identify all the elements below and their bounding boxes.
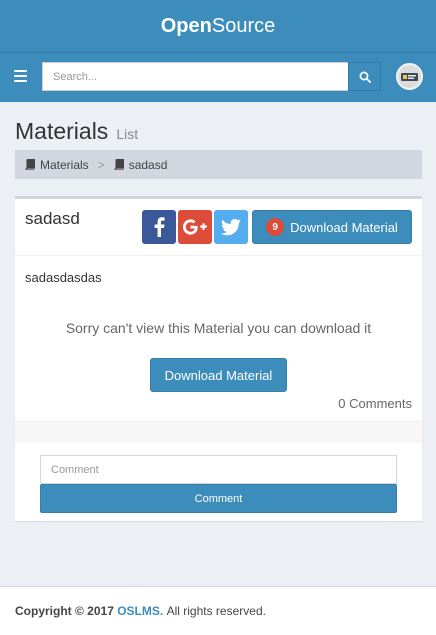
facebook-share-button[interactable] xyxy=(142,210,176,244)
comment-submit-button[interactable]: Comment xyxy=(40,484,397,513)
book-icon xyxy=(25,159,35,170)
download-button-label: Download Material xyxy=(290,219,398,235)
user-avatar[interactable] xyxy=(396,63,423,90)
site-link[interactable]: OSLMS. xyxy=(117,604,163,618)
page-footer: Copyright © 2017 OSLMS. All rights reser… xyxy=(0,586,436,635)
page-header: Materials List xyxy=(15,118,138,145)
top-header: OpenSource xyxy=(0,0,436,53)
download-count-badge: 9 xyxy=(266,218,285,236)
copyright-text: Copyright © 2017 xyxy=(15,604,114,618)
search-button[interactable] xyxy=(348,62,381,91)
twitter-icon xyxy=(221,218,241,235)
comment-input[interactable] xyxy=(40,455,397,484)
book-icon xyxy=(114,159,124,170)
twitter-share-button[interactable] xyxy=(214,210,248,244)
rights-text: All rights reserved. xyxy=(166,604,266,618)
breadcrumb-item-materials[interactable]: Materials xyxy=(25,158,89,172)
material-box: sadasd 9 Download Material sadasdasdas S… xyxy=(15,196,422,521)
navbar xyxy=(0,53,436,102)
breadcrumb: Materials > sadasd xyxy=(15,150,422,179)
breadcrumb-label: sadasd xyxy=(128,157,168,172)
page-title: Materials xyxy=(15,118,109,144)
breadcrumb-label: Materials xyxy=(40,157,89,172)
search-icon xyxy=(359,71,371,83)
download-material-button[interactable]: Download Material xyxy=(150,358,287,392)
brand-logo[interactable]: OpenSource xyxy=(161,15,276,38)
box-divider xyxy=(15,255,422,256)
comments-count[interactable]: 0 Comments xyxy=(338,396,412,411)
box-footer xyxy=(15,421,422,443)
google-plus-icon xyxy=(183,219,207,235)
page-subtitle: List xyxy=(116,126,139,142)
material-description: sadasdasdas xyxy=(25,270,102,285)
view-restricted-notice: Sorry can't view this Material you can d… xyxy=(65,320,372,336)
brand-rest: Source xyxy=(211,14,276,37)
breadcrumb-item-current: sadasd xyxy=(114,157,168,172)
download-material-button-top[interactable]: 9 Download Material xyxy=(252,210,412,244)
hamburger-icon[interactable] xyxy=(14,70,27,82)
google-plus-share-button[interactable] xyxy=(178,210,212,244)
search-input[interactable] xyxy=(42,62,349,91)
brand-bold: Open xyxy=(160,14,212,37)
facebook-icon xyxy=(154,217,165,237)
material-title: sadasd xyxy=(25,209,80,228)
breadcrumb-separator: > xyxy=(97,157,105,172)
